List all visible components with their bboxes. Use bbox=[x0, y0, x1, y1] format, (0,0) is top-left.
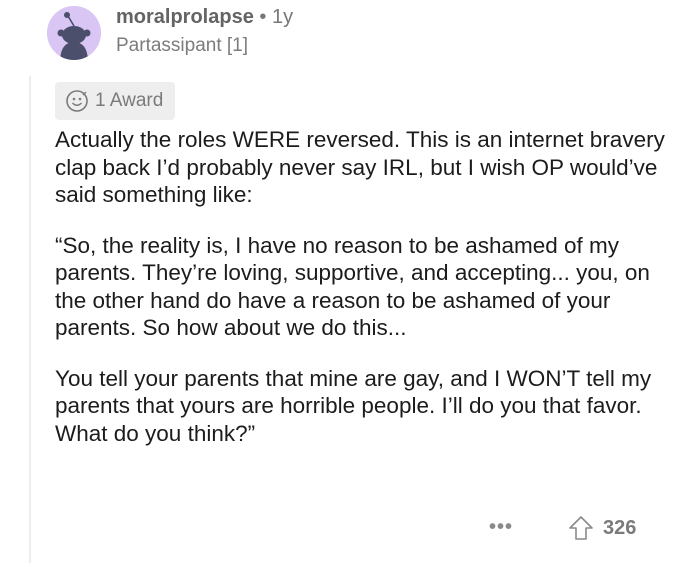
user-flair: Partassipant [1] bbox=[116, 35, 249, 56]
vote-score: 326 bbox=[603, 516, 637, 539]
comment-age: 1y bbox=[271, 6, 294, 28]
comment-paragraph-3: You tell your parents that mine are gay,… bbox=[55, 365, 652, 446]
upvote-arrow-icon[interactable] bbox=[568, 515, 594, 541]
meta-separator: • bbox=[259, 6, 267, 28]
award-count-label: 1 Award bbox=[95, 90, 164, 111]
snoo-avatar-icon bbox=[47, 6, 101, 60]
comment-paragraph-1: Actually the roles WERE reversed. This i… bbox=[55, 127, 665, 207]
comment-paragraph-2: “So, the reality is, I have no reason to… bbox=[55, 232, 650, 341]
vote-control: 326 bbox=[568, 515, 636, 541]
award-icon bbox=[66, 90, 88, 112]
comment-header: moralprolapse • 1y bbox=[116, 6, 293, 29]
avatar[interactable] bbox=[47, 6, 101, 60]
author-username[interactable]: moralprolapse bbox=[116, 6, 254, 28]
thread-line[interactable] bbox=[29, 76, 31, 563]
more-options-button[interactable]: ••• bbox=[489, 516, 513, 539]
comment-body: Actually the roles WERE reversed. This i… bbox=[55, 126, 685, 470]
award-badge[interactable]: 1 Award bbox=[55, 82, 176, 120]
